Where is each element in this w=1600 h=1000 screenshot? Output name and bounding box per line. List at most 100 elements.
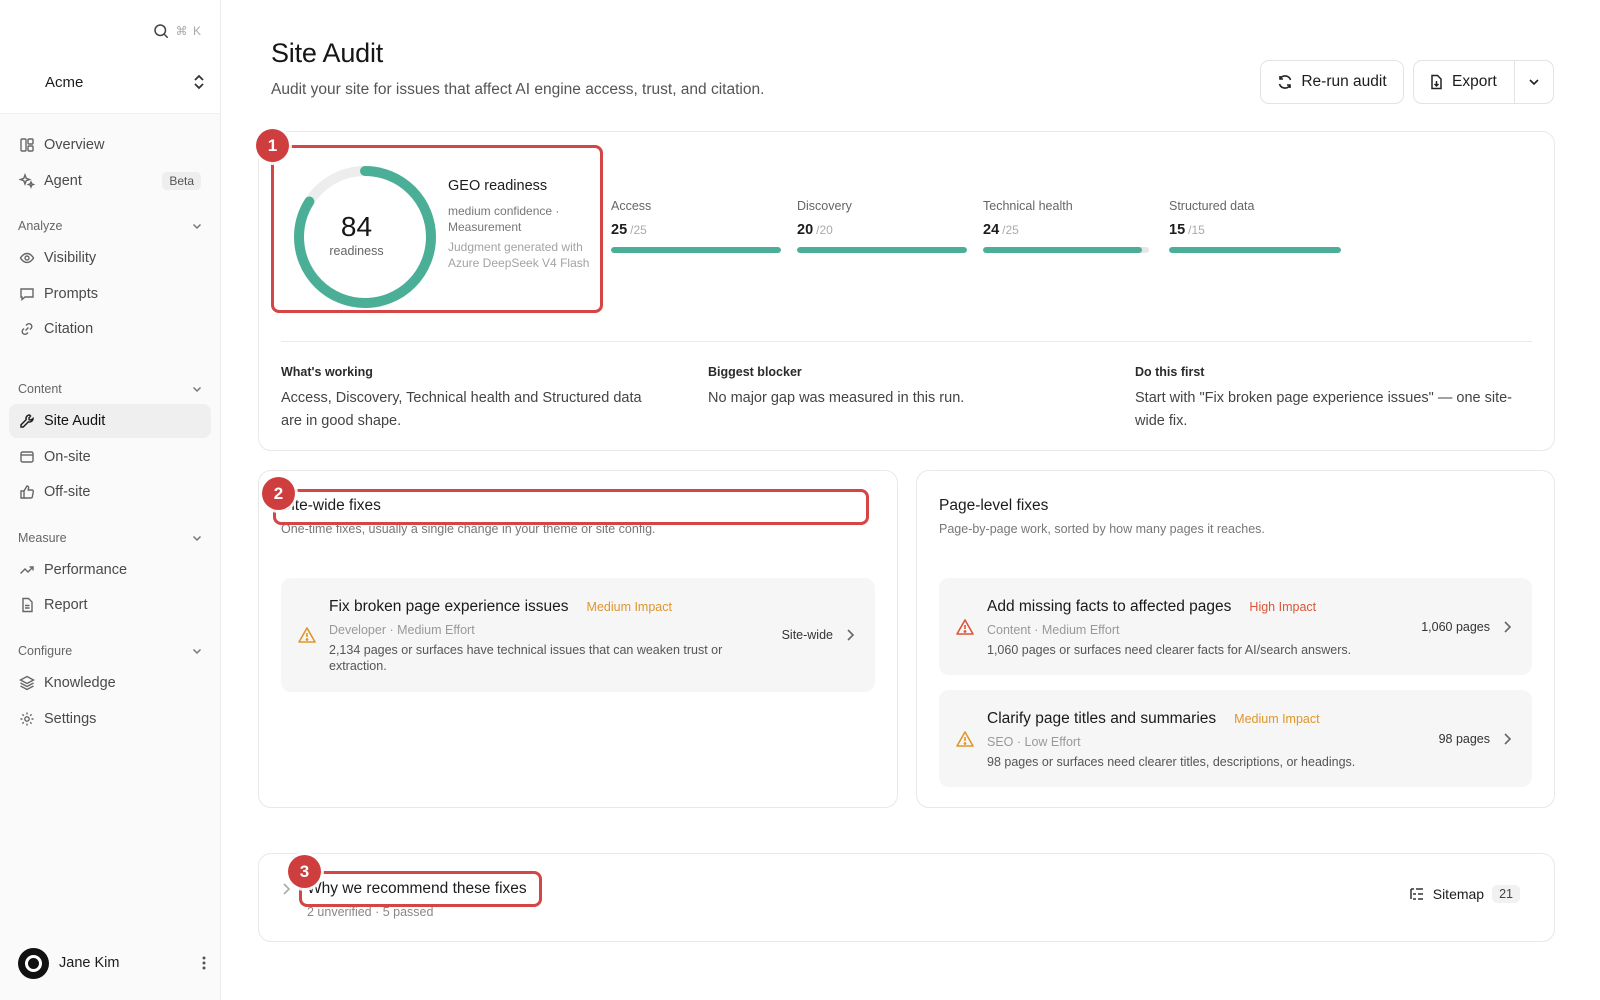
annotation-marker-2: 2 [262, 477, 295, 510]
metric-discovery: Discovery 20/20 [797, 199, 967, 253]
sidebar-item-report[interactable]: Report [9, 588, 211, 622]
sidebar-item-label: Performance [44, 561, 128, 578]
workspace-switcher[interactable]: Acme [18, 68, 206, 96]
sidebar-item-citation[interactable]: Citation [9, 312, 211, 346]
section-subtitle: Page-by-page work, sorted by how many pa… [939, 522, 1265, 536]
impact-badge: Medium Impact [1234, 712, 1320, 726]
sidebar-item-label: Knowledge [44, 674, 116, 691]
chevron-right-icon [845, 628, 855, 642]
metric-progress-bar [983, 247, 1149, 253]
gear-icon [19, 711, 35, 727]
annotation-marker-3: 3 [288, 855, 321, 888]
section-content[interactable]: Content [9, 374, 211, 404]
thumbs-up-icon [19, 484, 35, 500]
fix-title-text: Add missing facts to affected pages [987, 598, 1232, 615]
wrench-icon [19, 413, 35, 429]
chevron-down-icon [191, 383, 203, 395]
section-configure[interactable]: Configure [9, 636, 211, 666]
fix-description: 98 pages or surfaces need clearer titles… [987, 755, 1356, 769]
fix-scope: 98 pages [1438, 731, 1490, 746]
fix-title-text: Fix broken page experience issues [329, 598, 569, 615]
insight-heading: Biggest blocker [708, 365, 802, 379]
metric-value: 25/25 [611, 222, 647, 238]
section-measure[interactable]: Measure [9, 523, 211, 553]
metric-progress-bar [611, 247, 781, 253]
sidebar-item-on-site[interactable]: On-site [9, 440, 211, 474]
sidebar-nav: Overview Agent Beta Analyze Visibility P… [9, 128, 211, 737]
search-icon [152, 22, 170, 40]
sidebar: ⌘ K Acme Overview Agent Beta Analyze Vis… [0, 0, 221, 1000]
section-analyze[interactable]: Analyze [9, 211, 211, 241]
browser-icon [19, 449, 35, 465]
sidebar-item-settings[interactable]: Settings [9, 702, 211, 736]
sidebar-item-site-audit[interactable]: Site Audit [9, 403, 211, 438]
sidebar-item-knowledge[interactable]: Knowledge [9, 666, 211, 700]
sidebar-item-agent[interactable]: Agent Beta [9, 164, 211, 198]
search-button[interactable]: ⌘ K [152, 22, 202, 40]
fix-title-text: Clarify page titles and summaries [987, 710, 1217, 727]
fix-item[interactable]: Add missing facts to affected pages High… [939, 578, 1532, 675]
sidebar-item-performance[interactable]: Performance [9, 553, 211, 587]
section-title: Page-level fixes [939, 497, 1049, 514]
more-vertical-icon[interactable] [202, 956, 206, 970]
trend-icon [19, 562, 35, 578]
search-shortcut: ⌘ K [175, 24, 202, 38]
metric-label: Access [611, 199, 652, 213]
sidebar-item-prompts[interactable]: Prompts [9, 277, 211, 311]
fix-scope: 1,060 pages [1421, 619, 1490, 634]
rerun-audit-button[interactable]: Re-run audit [1260, 60, 1404, 104]
metric-structured-data: Structured data 15/15 [1169, 199, 1341, 253]
sitemap-button[interactable]: Sitemap 21 [1409, 885, 1520, 903]
sparkle-icon [19, 172, 35, 189]
user-name: Jane Kim [59, 955, 120, 971]
site-wide-fixes-card: Site-wide fixes One-time fixes, usually … [258, 470, 898, 808]
chevron-right-icon[interactable] [281, 882, 291, 896]
fix-item[interactable]: Fix broken page experience issues Medium… [281, 578, 875, 692]
impact-badge: Medium Impact [586, 600, 672, 614]
metric-progress-fill [983, 247, 1143, 253]
fix-description: 1,060 pages or surfaces need clearer fac… [987, 643, 1352, 657]
beta-badge: Beta [162, 171, 201, 190]
layers-icon [19, 675, 35, 691]
sidebar-item-label: Visibility [44, 250, 97, 267]
divider [281, 341, 1532, 342]
avatar [18, 947, 49, 979]
sidebar-header: ⌘ K Acme [0, 0, 220, 114]
sidebar-item-label: On-site [44, 448, 91, 465]
sidebar-item-overview[interactable]: Overview [9, 128, 211, 162]
sidebar-item-label: Off-site [44, 484, 91, 501]
user-menu[interactable]: Jane Kim [18, 946, 206, 980]
link-icon [19, 321, 35, 337]
sidebar-item-label: Site Audit [44, 412, 106, 429]
insight-text: No major gap was measured in this run. [708, 390, 965, 406]
impact-badge: High Impact [1249, 600, 1317, 614]
layout-icon [19, 137, 35, 153]
insight-biggest-blocker: Biggest blocker No major gap was measure… [708, 365, 1088, 410]
metric-technical-health: Technical health 24/25 [983, 199, 1149, 253]
chevron-up-down-icon [192, 74, 206, 90]
fix-meta: SEO · Low Effort [987, 735, 1081, 749]
fix-meta: Content · Medium Effort [987, 623, 1120, 637]
sidebar-item-visibility[interactable]: Visibility [9, 241, 211, 275]
sidebar-item-label: Settings [44, 710, 97, 727]
export-button[interactable]: Export [1413, 60, 1554, 104]
fix-meta: Developer · Medium Effort [329, 623, 475, 637]
insight-heading: What's working [281, 365, 373, 379]
fix-description: 2,134 pages or surfaces have technical i… [329, 643, 723, 673]
metric-value: 15/15 [1169, 222, 1205, 238]
sidebar-item-label: Agent [44, 172, 82, 189]
fix-scope: Site-wide [781, 628, 833, 642]
metric-progress-fill [611, 247, 781, 253]
message-icon [19, 286, 35, 302]
export-file-icon [1428, 74, 1444, 90]
geo-readiness-title: GEO readiness [448, 178, 548, 194]
fix-item[interactable]: Clarify page titles and summaries Medium… [939, 690, 1532, 787]
export-options-chevron-icon[interactable] [1526, 74, 1542, 90]
sidebar-item-off-site[interactable]: Off-site [9, 475, 211, 509]
insight-text: Start with "Fix broken page experience i… [1135, 390, 1512, 429]
metric-progress-bar [797, 247, 967, 253]
section-title: Measure [18, 530, 67, 545]
why-recommend-card[interactable]: Why we recommend these fixes 2 unverifie… [258, 853, 1555, 942]
chevron-right-icon [1502, 620, 1512, 634]
site-wide-title-highlight [273, 489, 869, 525]
